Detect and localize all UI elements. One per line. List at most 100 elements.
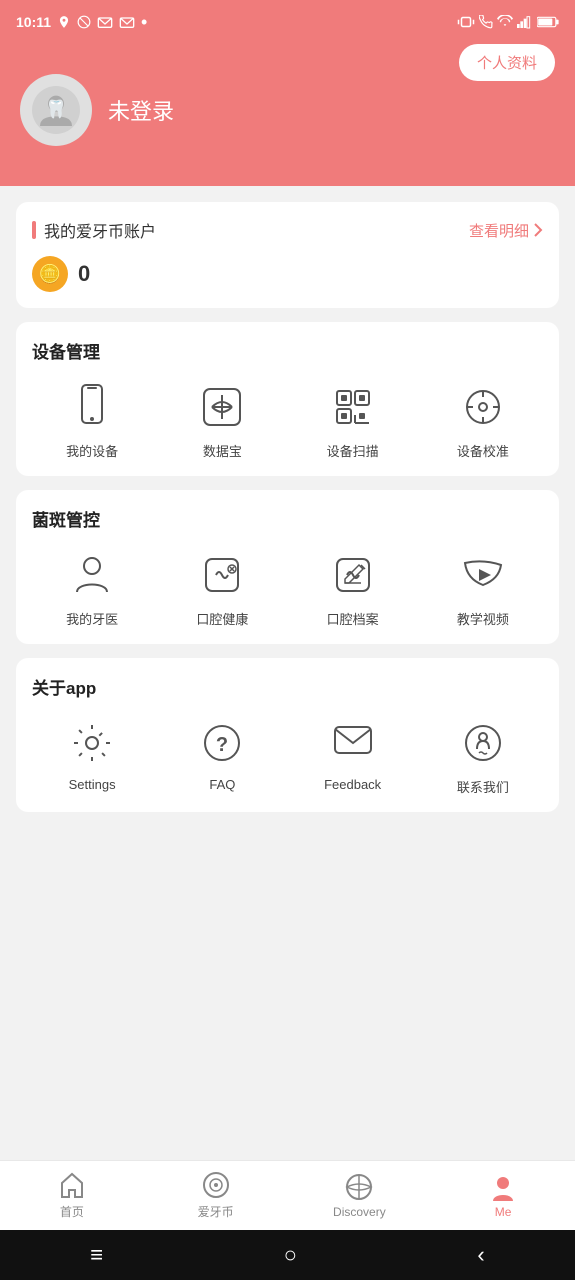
- home-button[interactable]: ○: [284, 1242, 297, 1268]
- settings-icon: [72, 723, 112, 763]
- phone-icon: [479, 15, 493, 29]
- contact-us-item[interactable]: 联系我们: [423, 717, 543, 796]
- plaque-section-title: 菌斑管控: [32, 506, 543, 531]
- bottom-nav: 首页 爱牙币 Discovery Me: [0, 1160, 575, 1230]
- plaque-card: 菌斑管控 我的牙医: [16, 490, 559, 644]
- battery-icon: [537, 15, 559, 29]
- dentist-label: 我的牙医: [66, 609, 118, 628]
- tutorial-videos-item[interactable]: 教学视频: [423, 549, 543, 628]
- status-left: 10:11 •: [16, 12, 147, 33]
- device-label: 我的设备: [66, 441, 118, 460]
- nav-discovery[interactable]: Discovery: [288, 1161, 432, 1230]
- contact-label: 联系我们: [457, 777, 509, 796]
- nav-coins[interactable]: 爱牙币: [144, 1161, 288, 1230]
- device-card: 设备管理 我的设备: [16, 322, 559, 476]
- me-icon: [489, 1173, 517, 1201]
- mail2-icon: [119, 15, 135, 29]
- menu-button[interactable]: ≡: [90, 1242, 103, 1268]
- signal-icon: [517, 15, 533, 29]
- dentist-icon: [73, 554, 111, 596]
- oral-records-icon-box: [327, 549, 379, 601]
- status-time: 10:11: [16, 14, 51, 30]
- about-section-title: 关于app: [32, 674, 543, 699]
- video-label: 教学视频: [457, 609, 509, 628]
- oral-records-label: 口腔档案: [327, 609, 379, 628]
- oral-records-icon: [333, 555, 373, 595]
- my-device-item[interactable]: 我的设备: [32, 381, 152, 460]
- video-icon: [463, 557, 503, 593]
- coins-title-row: 我的爱牙币账户: [32, 218, 156, 242]
- oral-health-icon: [202, 555, 242, 595]
- status-bar: 10:11 •: [0, 0, 575, 44]
- coins-detail-label: 查看明细: [469, 220, 529, 241]
- feedback-icon-box: [327, 717, 379, 769]
- back-button[interactable]: ‹: [477, 1242, 484, 1268]
- vibrate-icon: [457, 15, 475, 29]
- feedback-icon: [333, 725, 373, 761]
- my-dentist-item[interactable]: 我的牙医: [32, 549, 152, 628]
- username-label: 未登录: [108, 94, 174, 126]
- settings-label: Settings: [69, 777, 116, 792]
- feedback-item[interactable]: Feedback: [293, 717, 413, 796]
- feedback-label: Feedback: [324, 777, 381, 792]
- settings-item[interactable]: Settings: [32, 717, 152, 796]
- about-grid: Settings ? FAQ Feedback: [32, 717, 543, 796]
- coins-title: 我的爱牙币账户: [44, 218, 156, 242]
- nav-me[interactable]: Me: [431, 1161, 575, 1230]
- coin-icon: 🪙: [32, 256, 68, 292]
- faq-icon-box: ?: [196, 717, 248, 769]
- main-content: 我的爱牙币账户 查看明细 🪙 0 设备管理: [0, 186, 575, 952]
- device-icon-box: [66, 381, 118, 433]
- data-icon: [202, 387, 242, 427]
- android-nav: ≡ ○ ‹: [0, 1230, 575, 1280]
- home-nav-icon: [58, 1171, 86, 1199]
- status-right: [457, 15, 559, 29]
- device-icon: [74, 384, 110, 430]
- discovery-icon: [345, 1173, 373, 1201]
- data-icon-box: [196, 381, 248, 433]
- data-treasure-item[interactable]: 数据宝: [162, 381, 282, 460]
- circle-icon: [77, 15, 91, 29]
- coins-card: 我的爱牙币账户 查看明细 🪙 0: [16, 202, 559, 308]
- coins-nav-icon: [202, 1171, 230, 1199]
- coin-amount-row: 🪙 0: [32, 256, 543, 292]
- coins-title-bar: [32, 221, 36, 239]
- wifi-icon: [497, 15, 513, 29]
- device-scan-item[interactable]: 设备扫描: [293, 381, 413, 460]
- faq-item[interactable]: ? FAQ: [162, 717, 282, 796]
- oral-health-label: 口腔健康: [196, 609, 248, 628]
- coins-header: 我的爱牙币账户 查看明细: [32, 218, 543, 242]
- mail-icon: [97, 15, 113, 29]
- coins-nav-label: 爱牙币: [198, 1203, 234, 1220]
- profile-button[interactable]: 个人资料: [459, 44, 555, 81]
- calibrate-icon-box: [457, 381, 509, 433]
- oral-records-item[interactable]: 口腔档案: [293, 549, 413, 628]
- location-icon: [57, 15, 71, 29]
- device-grid: 我的设备 数据宝: [32, 381, 543, 460]
- dentist-icon-box: [66, 549, 118, 601]
- device-calibrate-item[interactable]: 设备校准: [423, 381, 543, 460]
- about-card: 关于app Settings ?: [16, 658, 559, 812]
- avatar-icon: 🦷: [32, 86, 80, 134]
- coins-icon: [202, 1171, 230, 1199]
- faq-label: FAQ: [209, 777, 235, 792]
- home-nav-label: 首页: [60, 1203, 84, 1220]
- oral-health-item[interactable]: 口腔健康: [162, 549, 282, 628]
- dot-icon: •: [141, 12, 147, 33]
- contact-icon: [463, 723, 503, 763]
- video-icon-box: [457, 549, 509, 601]
- profile-row: 🦷 未登录: [20, 74, 555, 146]
- coins-detail-link[interactable]: 查看明细: [469, 220, 543, 241]
- plaque-grid: 我的牙医 口腔健康: [32, 549, 543, 628]
- me-nav-icon: [489, 1173, 517, 1201]
- coin-amount: 0: [78, 261, 90, 287]
- avatar: 🦷: [20, 74, 92, 146]
- nav-home[interactable]: 首页: [0, 1161, 144, 1230]
- data-label: 数据宝: [203, 441, 242, 460]
- oral-health-icon-box: [196, 549, 248, 601]
- header-area: 个人资料 🦷 未登录: [0, 44, 575, 186]
- home-icon: [58, 1171, 86, 1199]
- contact-icon-box: [457, 717, 509, 769]
- discovery-nav-icon: [345, 1173, 373, 1201]
- svg-text:🦷: 🦷: [45, 99, 67, 119]
